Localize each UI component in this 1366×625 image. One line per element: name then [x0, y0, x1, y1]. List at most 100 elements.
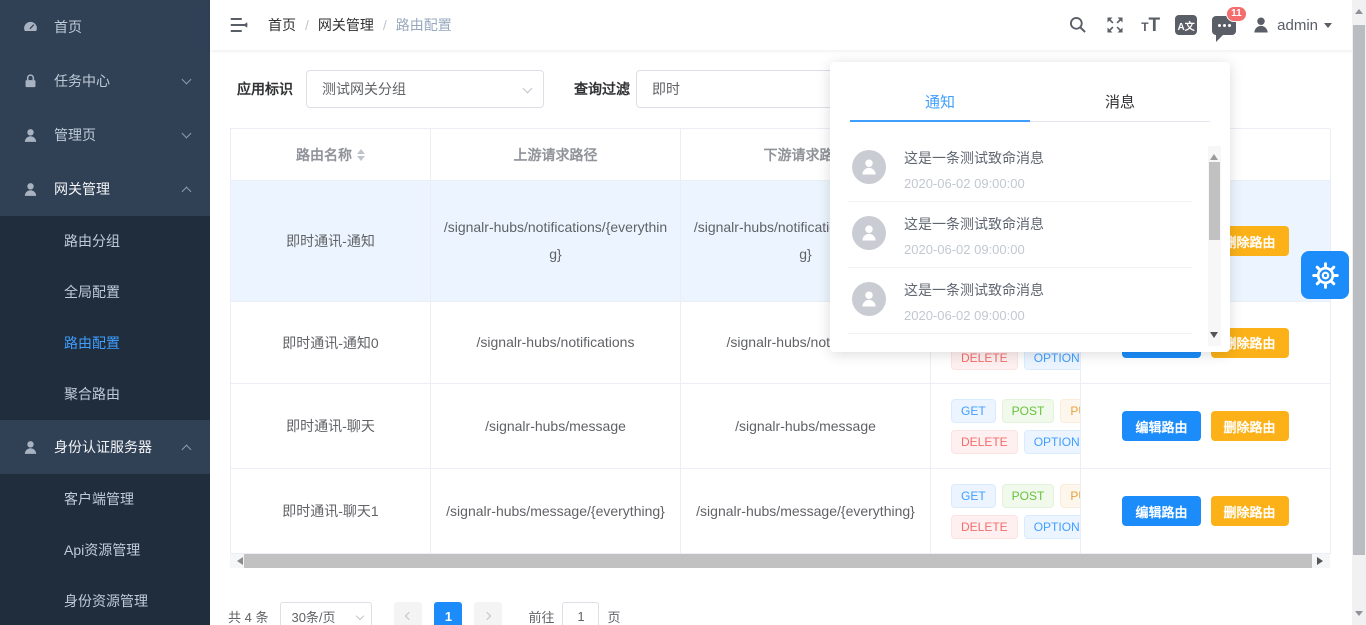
- next-page-button[interactable]: [474, 602, 502, 625]
- notification-time: 2020-06-02 09:00:00: [904, 176, 1192, 191]
- sidebar-item-label: 任务中心: [54, 71, 183, 91]
- col-header-route-name[interactable]: 路由名称: [231, 129, 431, 181]
- sidebar-item-api-resources[interactable]: Api资源管理: [0, 525, 210, 576]
- messages-icon[interactable]: 11: [1212, 16, 1236, 35]
- delete-route-button[interactable]: 删除路由: [1211, 496, 1289, 526]
- translate-icon[interactable]: A文: [1175, 15, 1197, 35]
- method-tag: POST: [1002, 484, 1055, 508]
- identity-submenu: 客户端管理 Api资源管理 身份资源管理: [0, 474, 210, 625]
- method-tag: PUT: [1060, 484, 1081, 508]
- chevron-up-icon: [182, 186, 192, 196]
- method-tag: OPTIONS: [1024, 515, 1081, 539]
- cell-methods: GETPOSTPUT DELETEOPTIONS: [931, 469, 1081, 554]
- scroll-right-icon[interactable]: [1317, 557, 1327, 565]
- sidebar-item-label: 首页: [54, 17, 190, 37]
- sidebar-item-admin-page[interactable]: 管理页: [0, 108, 210, 162]
- table-row[interactable]: 即时通讯-聊天1 /signalr-hubs/message/{everythi…: [231, 469, 1330, 554]
- cell-route-name: 即时通讯-聊天1: [231, 469, 431, 554]
- user-icon: [22, 127, 39, 144]
- scrollbar-thumb[interactable]: [1209, 162, 1220, 240]
- notification-time: 2020-06-02 09:00:00: [904, 242, 1192, 257]
- scrollbar-thumb[interactable]: [244, 554, 1312, 568]
- page-unit-label: 页: [607, 607, 620, 625]
- notification-time: 2020-06-02 09:00:00: [904, 308, 1192, 323]
- font-size-icon[interactable]: TT: [1141, 16, 1160, 35]
- sort-icon[interactable]: [357, 145, 365, 165]
- dashboard-icon: [22, 19, 39, 36]
- method-tag: POST: [1002, 399, 1055, 423]
- settings-button[interactable]: [1301, 251, 1349, 299]
- col-header-upstream: 上游请求路径: [431, 129, 681, 181]
- chevron-down-icon: [1324, 23, 1332, 32]
- scroll-up-icon[interactable]: [1355, 5, 1363, 14]
- sidebar-item-identity-resources[interactable]: 身份资源管理: [0, 576, 210, 625]
- sidebar-item-home[interactable]: 首页: [0, 0, 210, 54]
- avatar: [852, 282, 886, 316]
- sidebar-item-gateway-management[interactable]: 网关管理: [0, 162, 210, 216]
- app-group-value: 测试网关分组: [322, 79, 406, 99]
- method-tag: OPTIONS: [1024, 430, 1081, 454]
- sidebar-item-global-config[interactable]: 全局配置: [0, 267, 210, 318]
- cell-downstream: /signalr-hubs/message: [681, 384, 931, 469]
- scroll-left-icon[interactable]: [233, 557, 243, 565]
- query-filter-label: 查询过滤: [574, 79, 630, 99]
- scrollbar-thumb[interactable]: [1353, 25, 1365, 555]
- fullscreen-icon[interactable]: [1104, 14, 1126, 36]
- avatar: [1251, 15, 1271, 35]
- cell-upstream: /signalr-hubs/message/{everything}: [431, 469, 681, 554]
- table-row[interactable]: 即时通讯-聊天 /signalr-hubs/message /signalr-h…: [231, 384, 1330, 469]
- delete-route-button[interactable]: 删除路由: [1211, 411, 1289, 441]
- breadcrumb: 首页 / 网关管理 / 路由配置: [268, 15, 452, 35]
- breadcrumb-gateway[interactable]: 网关管理: [318, 15, 374, 35]
- total-count: 共 4 条: [228, 607, 268, 625]
- chevron-down-icon: [523, 84, 533, 94]
- gear-icon: [1312, 262, 1339, 289]
- top-navbar: 首页 / 网关管理 / 路由配置 TT A文 11: [210, 0, 1366, 50]
- tab-messages[interactable]: 消息: [1030, 90, 1210, 121]
- notification-tabs: 通知 消息: [850, 90, 1210, 122]
- scroll-down-icon[interactable]: [1210, 332, 1218, 342]
- notification-scrollbar[interactable]: [1208, 146, 1221, 346]
- cell-route-name: 即时通讯-聊天: [231, 384, 431, 469]
- prev-page-button[interactable]: [394, 602, 422, 625]
- scroll-down-icon[interactable]: [1355, 611, 1363, 620]
- cell-upstream: /signalr-hubs/message: [431, 384, 681, 469]
- lock-icon: [22, 73, 39, 90]
- edit-route-button[interactable]: 编辑路由: [1122, 411, 1200, 441]
- method-tag: DELETE: [951, 515, 1018, 539]
- list-item[interactable]: 这是一条测试致命消息 2020-06-02 09:00:00: [848, 202, 1192, 268]
- page-size-select[interactable]: 30条/页: [280, 602, 372, 625]
- notification-popup: 通知 消息 这是一条测试致命消息 2020-06-02 09:00:00 这是一…: [830, 62, 1230, 352]
- sidebar-item-client-management[interactable]: 客户端管理: [0, 474, 210, 525]
- cell-route-name: 即时通讯-通知0: [231, 302, 431, 384]
- scroll-up-icon[interactable]: [1210, 150, 1218, 160]
- cell-methods: GETPOSTPUT DELETEOPTIONS: [931, 384, 1081, 469]
- page-vertical-scrollbar[interactable]: [1352, 0, 1366, 625]
- method-tag: GET: [951, 399, 996, 423]
- user-menu[interactable]: admin: [1251, 15, 1332, 35]
- sidebar-item-task-center[interactable]: 任务中心: [0, 54, 210, 108]
- breadcrumb-separator: /: [383, 17, 387, 33]
- current-page-button[interactable]: 1: [434, 602, 462, 625]
- sidebar-item-aggregate-routes[interactable]: 聚合路由: [0, 369, 210, 420]
- search-icon[interactable]: [1067, 14, 1089, 36]
- sidebar-item-route-groups[interactable]: 路由分组: [0, 216, 210, 267]
- sidebar-item-identity-server[interactable]: 身份认证服务器: [0, 420, 210, 474]
- chevron-down-icon: [182, 128, 192, 138]
- list-item[interactable]: 这是一条测试致命消息 2020-06-02 09:00:00: [848, 136, 1192, 202]
- tab-notifications[interactable]: 通知: [850, 90, 1030, 122]
- breadcrumb-home[interactable]: 首页: [268, 15, 296, 35]
- hamburger-icon[interactable]: [228, 14, 250, 36]
- app-group-select[interactable]: 测试网关分组: [306, 70, 544, 108]
- app-root: 首页 任务中心 管理页 网关管理 路由分组 全局配置 路由配置: [0, 0, 1366, 625]
- edit-route-button[interactable]: 编辑路由: [1122, 496, 1200, 526]
- sidebar-item-label: 身份认证服务器: [54, 437, 183, 457]
- table-horizontal-scrollbar[interactable]: [230, 554, 1330, 568]
- gateway-submenu: 路由分组 全局配置 路由配置 聚合路由: [0, 216, 210, 420]
- chevron-up-icon: [182, 444, 192, 454]
- sidebar-item-route-config[interactable]: 路由配置: [0, 318, 210, 369]
- goto-page-input[interactable]: [562, 602, 599, 625]
- sidebar-item-label: 网关管理: [54, 179, 183, 199]
- list-item[interactable]: 这是一条测试致命消息 2020-06-02 09:00:00: [848, 268, 1192, 334]
- app-id-label: 应用标识: [237, 79, 293, 99]
